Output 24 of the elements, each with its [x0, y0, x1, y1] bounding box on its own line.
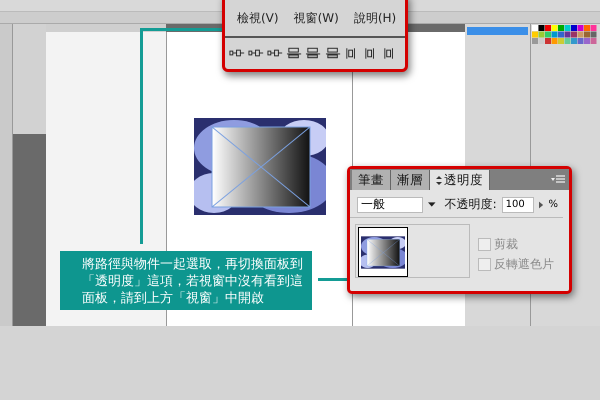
align-icon[interactable]: [286, 46, 302, 60]
blend-mode-dropdown[interactable]: 一般: [357, 196, 424, 212]
caption-text: 將路徑與物件一起選取，再切換面板到「透明度」這項，若視窗中沒有看到這面板，請到上方「視窗」中開啟: [82, 256, 304, 307]
percent-label: %: [548, 199, 558, 210]
checkbox[interactable]: [478, 258, 491, 271]
updown-icon: [436, 176, 442, 184]
opacity-field[interactable]: 100: [502, 196, 534, 212]
dropdown-arrow-icon[interactable]: [428, 202, 436, 207]
menu-item[interactable]: 檢視(V): [231, 10, 288, 36]
menu-item[interactable]: 說明(H): [348, 10, 406, 36]
panel-tab[interactable]: 漸層: [391, 170, 430, 190]
menu-item[interactable]: 視窗(W): [288, 10, 348, 36]
align-icon[interactable]: [324, 46, 341, 60]
option-label: 反轉遮色片: [494, 256, 554, 273]
panel-menu-icon[interactable]: [551, 175, 565, 184]
panel-tab[interactable]: 筆畫: [352, 170, 391, 190]
thumbnail-drawing: [361, 236, 405, 268]
opacity-label: 不透明度:: [444, 196, 497, 213]
arrow-right-icon[interactable]: [539, 200, 544, 208]
panel-tab[interactable]: 透明度: [430, 170, 490, 190]
connector-line: [318, 278, 348, 281]
align-icon[interactable]: [305, 46, 322, 60]
checkbox[interactable]: [478, 238, 491, 251]
option-label: 剪裁: [494, 236, 518, 253]
